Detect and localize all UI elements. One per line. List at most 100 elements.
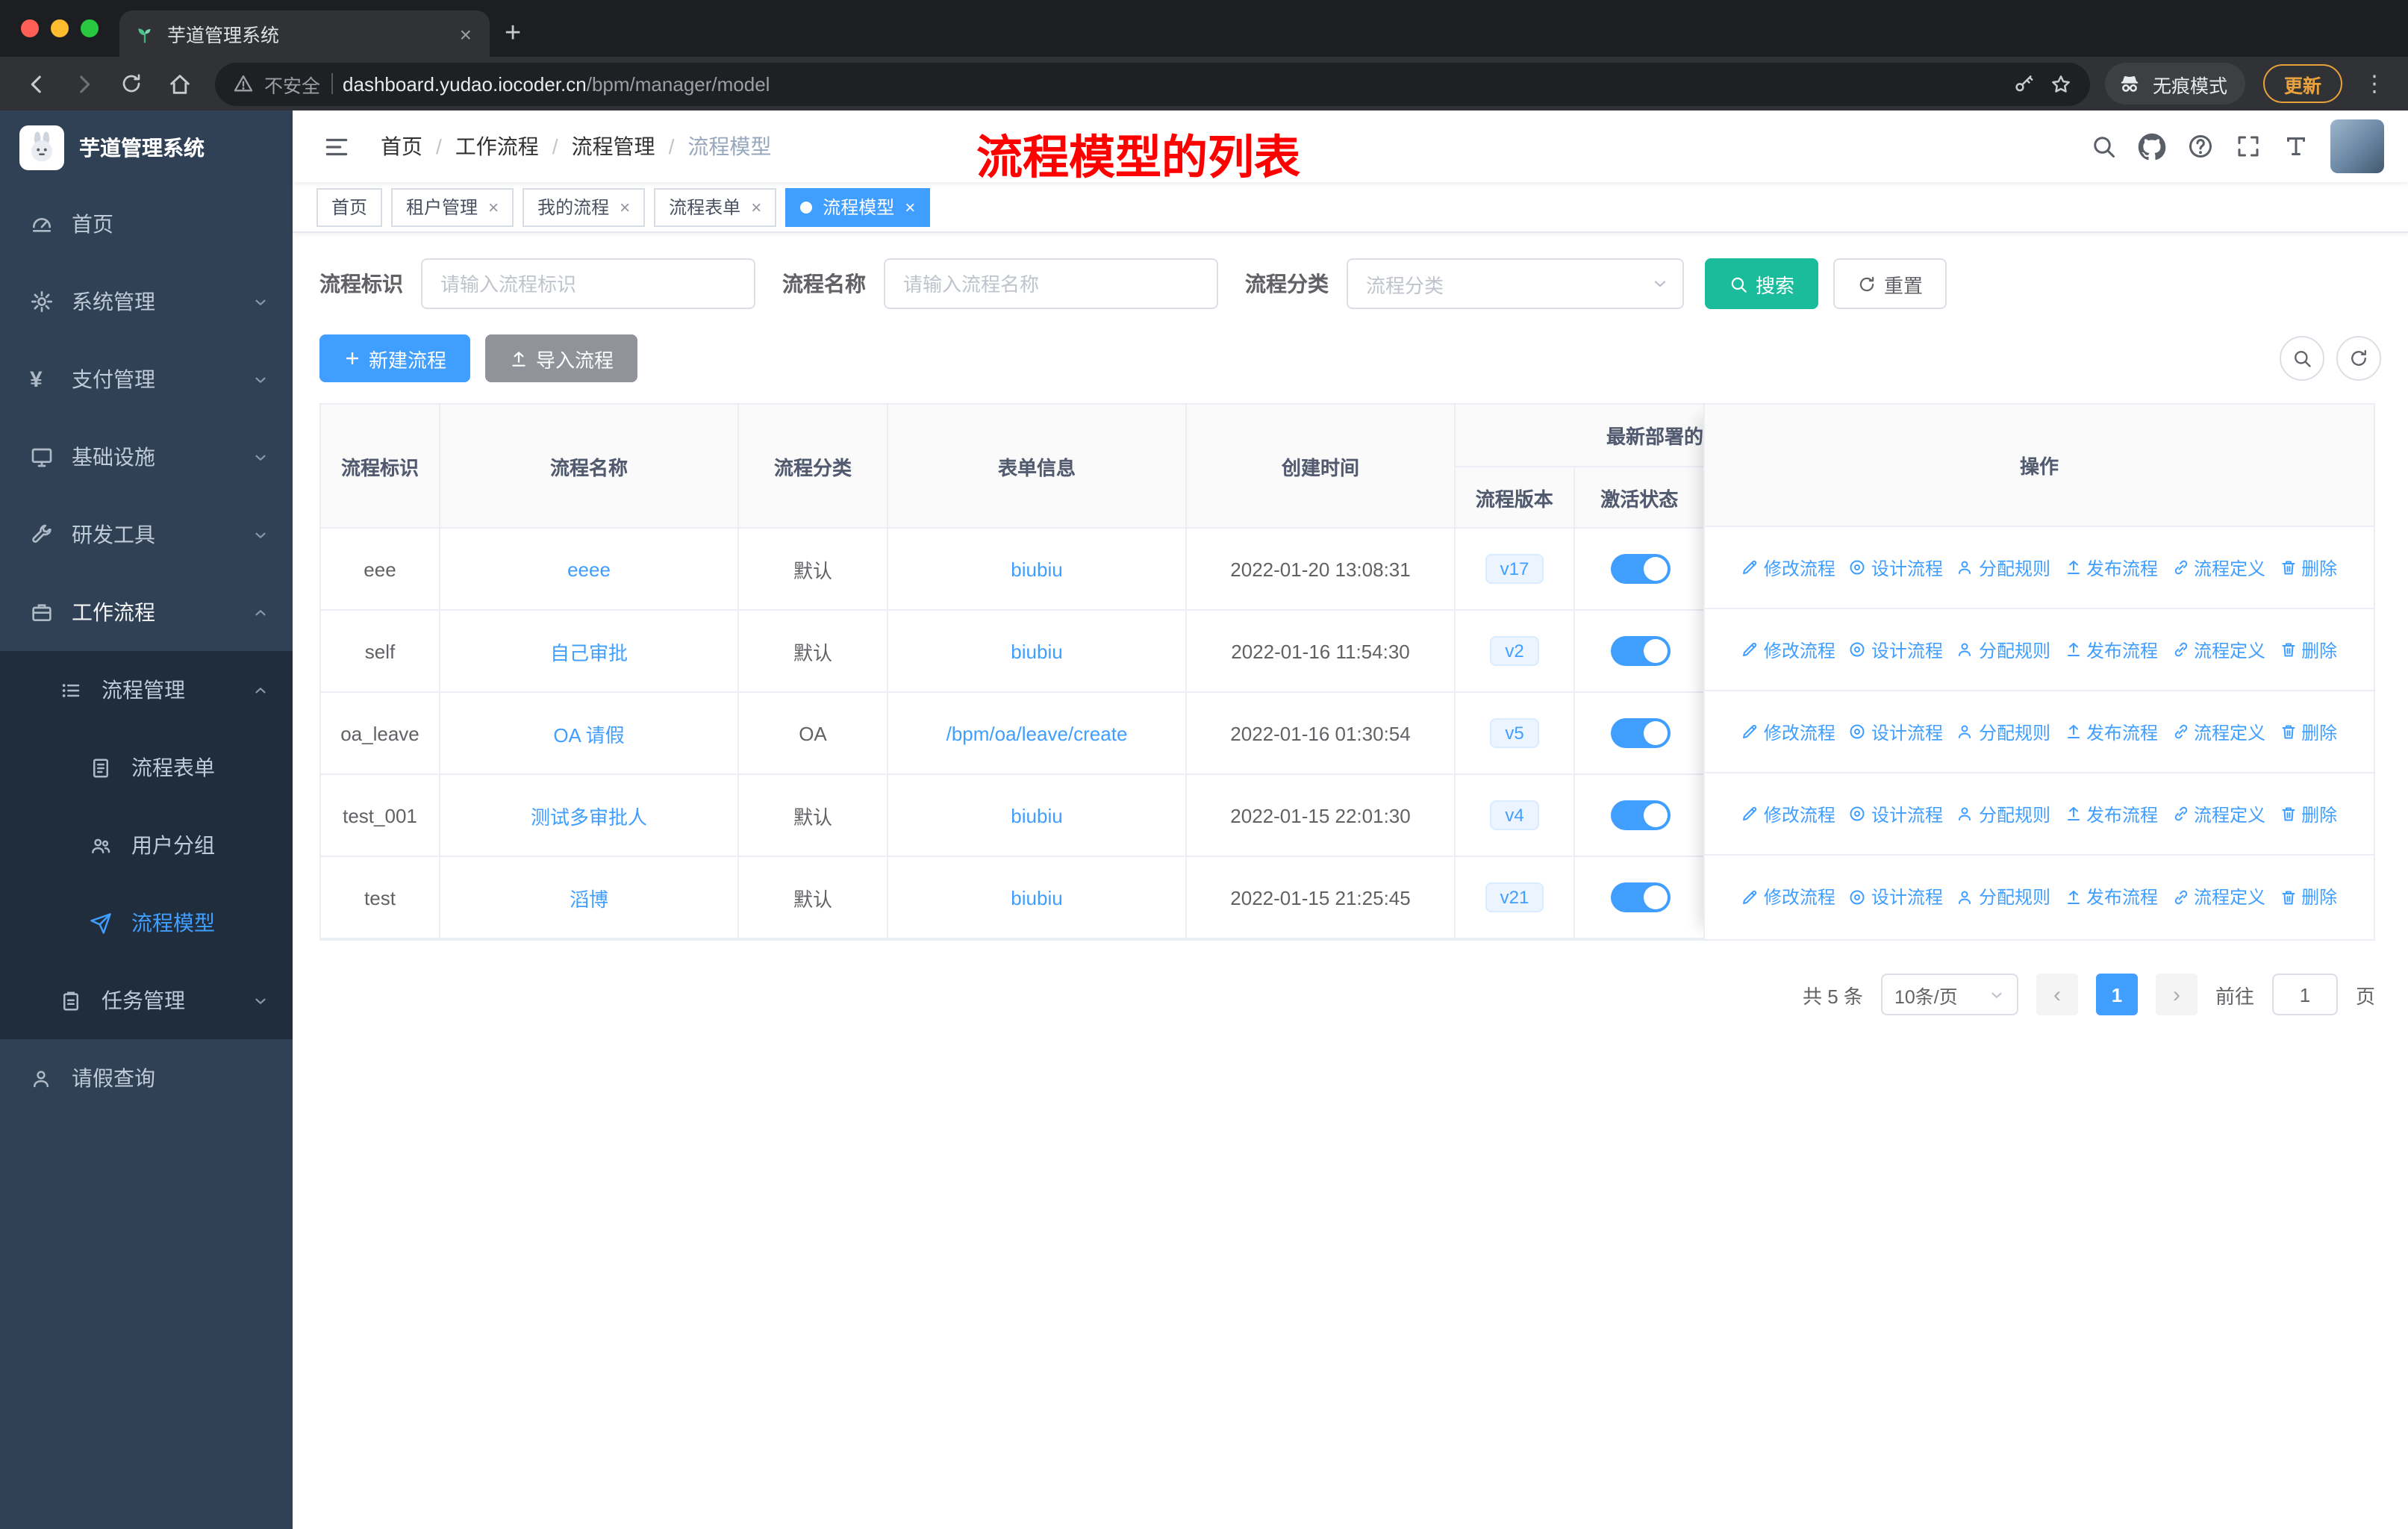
action-definition[interactable]: 流程定义 [2171, 555, 2265, 580]
password-key-icon[interactable] [2012, 72, 2035, 95]
status-toggle[interactable] [1610, 882, 1670, 912]
back-icon[interactable] [15, 63, 57, 105]
search-icon[interactable] [2090, 133, 2117, 160]
action-publish[interactable]: 发布流程 [2064, 555, 2158, 580]
close-window-button[interactable] [21, 19, 39, 37]
close-icon[interactable]: × [751, 196, 761, 217]
bookmark-star-icon[interactable] [2050, 72, 2072, 95]
action-definition[interactable]: 流程定义 [2171, 801, 2265, 826]
github-icon[interactable] [2138, 132, 2166, 161]
action-modify[interactable]: 修改流程 [1741, 801, 1835, 826]
action-assign-rule[interactable]: 分配规则 [1956, 637, 2050, 662]
sidebar-item-leave-query[interactable]: 请假查询 [0, 1039, 293, 1117]
action-modify[interactable]: 修改流程 [1741, 555, 1835, 580]
action-delete[interactable]: 删除 [2279, 555, 2337, 580]
action-design[interactable]: 设计流程 [1849, 555, 1943, 580]
cell-name-link[interactable]: OA 请假 [440, 693, 739, 773]
status-toggle[interactable] [1610, 554, 1670, 584]
process-name-input[interactable] [884, 258, 1218, 309]
sidebar-collapse-icon[interactable] [316, 126, 357, 166]
forward-icon[interactable] [63, 63, 105, 105]
action-delete[interactable]: 删除 [2279, 884, 2337, 909]
goto-page-input[interactable] [2271, 974, 2338, 1015]
next-page-button[interactable]: › [2155, 974, 2198, 1015]
address-bar[interactable]: 不安全 dashboard.yudao.iocoder.cn/bpm/manag… [215, 62, 2090, 105]
tag-home[interactable]: 首页 [316, 187, 383, 226]
tag-process-form[interactable]: 流程表单 × [654, 187, 777, 226]
action-publish[interactable]: 发布流程 [2064, 719, 2158, 744]
sidebar-item-devtools[interactable]: 研发工具 [0, 496, 293, 573]
action-assign-rule[interactable]: 分配规则 [1956, 801, 2050, 826]
sidebar-item-home[interactable]: 首页 [0, 185, 293, 263]
close-icon[interactable]: × [620, 196, 630, 217]
search-button[interactable]: 搜索 [1705, 258, 1819, 309]
sidebar-item-task-mgmt[interactable]: 任务管理 [0, 962, 293, 1039]
update-button[interactable]: 更新 [2262, 64, 2342, 103]
action-modify[interactable]: 修改流程 [1741, 719, 1835, 744]
action-assign-rule[interactable]: 分配规则 [1956, 555, 2050, 580]
refresh-table-button[interactable] [2336, 336, 2381, 381]
action-assign-rule[interactable]: 分配规则 [1956, 719, 2050, 744]
toggle-search-button[interactable] [2280, 336, 2324, 381]
category-select[interactable]: 流程分类 [1347, 258, 1684, 309]
tag-tenant[interactable]: 租户管理 × [391, 187, 514, 226]
sidebar-item-process-mgmt[interactable]: 流程管理 [0, 651, 293, 729]
cell-form-link[interactable]: biubiu [888, 529, 1187, 609]
action-publish[interactable]: 发布流程 [2064, 637, 2158, 662]
action-modify[interactable]: 修改流程 [1741, 637, 1835, 662]
close-icon[interactable]: × [488, 196, 499, 217]
home-icon[interactable] [158, 63, 200, 105]
sidebar-item-system[interactable]: 系统管理 [0, 263, 293, 340]
action-modify[interactable]: 修改流程 [1741, 884, 1835, 909]
page-number-current[interactable]: 1 [2095, 974, 2138, 1015]
action-definition[interactable]: 流程定义 [2171, 637, 2265, 662]
prev-page-button[interactable]: ‹ [2036, 974, 2078, 1015]
sidebar-logo[interactable]: 芋道管理系统 [0, 110, 293, 185]
import-process-button[interactable]: 导入流程 [485, 334, 638, 382]
create-process-button[interactable]: 新建流程 [319, 334, 471, 382]
cell-form-link[interactable]: biubiu [888, 857, 1187, 938]
action-delete[interactable]: 删除 [2279, 801, 2337, 826]
font-size-icon[interactable] [2283, 133, 2309, 160]
avatar[interactable] [2330, 119, 2384, 173]
reload-icon[interactable] [110, 63, 152, 105]
sidebar-item-infra[interactable]: 基础设施 [0, 418, 293, 496]
breadcrumb-process-mgmt[interactable]: 流程管理 [572, 131, 655, 161]
sidebar-item-payment[interactable]: ¥ 支付管理 [0, 340, 293, 418]
tab-close-icon[interactable]: × [457, 22, 475, 46]
status-toggle[interactable] [1610, 718, 1670, 748]
breadcrumb-workflow[interactable]: 工作流程 [455, 131, 539, 161]
action-design[interactable]: 设计流程 [1849, 884, 1943, 909]
browser-menu-icon[interactable]: ⋮ [2357, 70, 2393, 97]
action-assign-rule[interactable]: 分配规则 [1956, 884, 2050, 909]
sidebar-item-user-group[interactable]: 用户分组 [0, 806, 293, 884]
action-definition[interactable]: 流程定义 [2171, 719, 2265, 744]
reset-button[interactable]: 重置 [1833, 258, 1947, 309]
cell-form-link[interactable]: /bpm/oa/leave/create [888, 693, 1187, 773]
tag-my-process[interactable]: 我的流程 × [523, 187, 646, 226]
status-toggle[interactable] [1610, 800, 1670, 830]
zoom-window-button[interactable] [81, 19, 99, 37]
action-publish[interactable]: 发布流程 [2064, 884, 2158, 909]
browser-tab[interactable]: 芋道管理系统 × [119, 10, 490, 57]
cell-name-link[interactable]: eeee [440, 529, 739, 609]
breadcrumb-home[interactable]: 首页 [381, 131, 422, 161]
action-delete[interactable]: 删除 [2279, 637, 2337, 662]
new-tab-button[interactable]: + [505, 18, 521, 51]
cell-name-link[interactable]: 测试多审批人 [440, 775, 739, 856]
cell-name-link[interactable]: 自己审批 [440, 611, 739, 691]
action-publish[interactable]: 发布流程 [2064, 801, 2158, 826]
process-key-input[interactable] [421, 258, 755, 309]
fullscreen-icon[interactable] [2235, 133, 2262, 160]
action-design[interactable]: 设计流程 [1849, 719, 1943, 744]
sidebar-item-process-form[interactable]: 流程表单 [0, 729, 293, 806]
cell-form-link[interactable]: biubiu [888, 611, 1187, 691]
status-toggle[interactable] [1610, 636, 1670, 666]
close-icon[interactable]: × [905, 196, 915, 217]
page-size-select[interactable]: 10条/页 [1880, 974, 2018, 1015]
minimize-window-button[interactable] [51, 19, 69, 37]
tag-process-model[interactable]: 流程模型 × [785, 187, 931, 226]
help-icon[interactable] [2187, 133, 2214, 160]
action-definition[interactable]: 流程定义 [2171, 884, 2265, 909]
cell-form-link[interactable]: biubiu [888, 775, 1187, 856]
